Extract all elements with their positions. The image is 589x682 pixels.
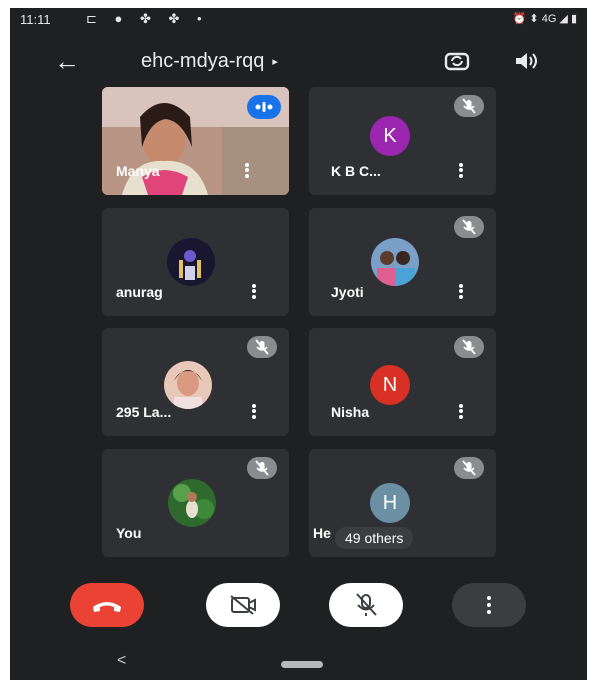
status-time: 11:11	[20, 12, 51, 27]
participant-tile-kbc[interactable]: K K B C...	[309, 87, 496, 195]
audio-level-icon	[255, 102, 273, 112]
hang-up-icon	[93, 602, 121, 612]
participant-tile-manya[interactable]: Manya	[102, 87, 289, 195]
speaking-indicator	[247, 95, 281, 119]
participant-name: 295 La...	[116, 404, 172, 420]
muted-mic-icon	[454, 457, 484, 479]
camera-toggle-button[interactable]	[206, 583, 280, 627]
meeting-code[interactable]: ehc-mdya-rqq ▸	[141, 50, 278, 73]
more-options-icon[interactable]	[242, 161, 252, 181]
avatar: N	[370, 365, 410, 405]
mic-off-icon	[356, 593, 377, 616]
home-pill[interactable]	[281, 661, 323, 668]
more-options-icon[interactable]	[456, 161, 466, 181]
participant-tile-jyoti[interactable]: Jyoti	[309, 208, 496, 316]
participant-tile-anurag[interactable]: anurag	[102, 208, 289, 316]
more-options-icon[interactable]	[456, 402, 466, 422]
meeting-code-text: ehc-mdya-rqq	[141, 50, 265, 72]
more-options-icon[interactable]	[249, 402, 259, 422]
nav-back-button[interactable]: <	[117, 652, 126, 670]
meeting-info-arrow-icon: ▸	[272, 56, 278, 69]
avatar	[371, 238, 419, 286]
camera-off-icon	[230, 595, 256, 615]
more-options-icon[interactable]	[456, 282, 466, 302]
participant-tile-you[interactable]: You	[102, 449, 289, 557]
participant-name: He	[313, 525, 331, 541]
meet-screen: 11:11 ⊏ ● ✤ ✤ • ⏰ ⬍ 4G ◢ ▮ ← ehc-mdya-rq…	[10, 8, 587, 680]
call-controls	[10, 573, 587, 633]
call-header: ← ehc-mdya-rqq ▸	[10, 42, 587, 86]
muted-mic-icon	[454, 216, 484, 238]
participant-tile-295[interactable]: 295 La...	[102, 328, 289, 436]
participant-tile-nisha[interactable]: N Nisha	[309, 328, 496, 436]
others-count-text: 49 others	[345, 530, 404, 546]
participant-name: Jyoti	[331, 284, 364, 300]
notification-icons: ⊏ ● ✤ ✤ •	[86, 11, 209, 26]
muted-mic-icon	[247, 336, 277, 358]
status-indicators: ⏰ ⬍ 4G ◢ ▮	[512, 13, 577, 25]
more-vert-icon	[487, 596, 491, 614]
avatar: H	[370, 483, 410, 523]
switch-camera-icon[interactable]	[444, 50, 470, 72]
participant-name: Nisha	[331, 404, 370, 420]
others-count-badge: 49 others	[335, 527, 414, 549]
more-options-button[interactable]	[452, 583, 526, 627]
speaker-icon[interactable]	[513, 50, 539, 72]
participant-name: anurag	[116, 284, 163, 300]
muted-mic-icon	[247, 457, 277, 479]
avatar	[164, 361, 212, 409]
participant-tile-others[interactable]: H He 49 others	[309, 449, 496, 557]
back-arrow-icon[interactable]: ←	[54, 46, 80, 76]
muted-mic-icon	[454, 336, 484, 358]
avatar	[167, 238, 215, 286]
participant-name: K B C...	[331, 163, 381, 179]
avatar: K	[370, 116, 410, 156]
more-options-icon[interactable]	[249, 282, 259, 302]
muted-mic-icon	[454, 95, 484, 117]
participant-name: You	[116, 525, 142, 541]
system-nav-bar: <	[10, 648, 587, 680]
status-bar: 11:11 ⊏ ● ✤ ✤ • ⏰ ⬍ 4G ◢ ▮	[10, 8, 587, 32]
avatar	[168, 479, 216, 527]
participant-name: Manya	[116, 163, 160, 179]
mic-toggle-button[interactable]	[329, 583, 403, 627]
end-call-button[interactable]	[70, 583, 144, 627]
